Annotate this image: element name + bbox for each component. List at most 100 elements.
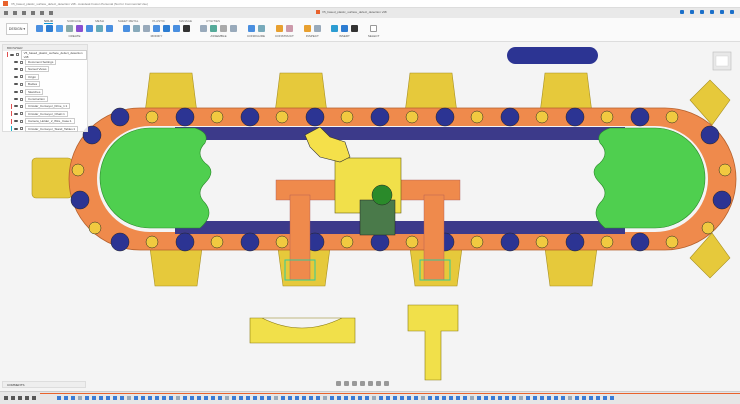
timeline-feature-icon[interactable] — [505, 396, 509, 400]
timeline-feature-icon[interactable] — [204, 396, 208, 400]
timeline-feature-icon[interactable] — [568, 396, 572, 400]
timeline-feature-icon[interactable] — [274, 396, 278, 400]
group-insert[interactable]: INSERT — [330, 25, 358, 38]
timeline-feature-icon[interactable] — [547, 396, 551, 400]
timeline-feature-icon[interactable] — [211, 396, 215, 400]
timeline-feature-icon[interactable] — [85, 396, 89, 400]
timeline-feature-icon[interactable] — [99, 396, 103, 400]
timeline-feature-icon[interactable] — [232, 396, 236, 400]
eye-icon[interactable] — [14, 90, 18, 93]
timeline-feature-icon[interactable] — [120, 396, 124, 400]
zoom-icon[interactable] — [352, 381, 357, 386]
timeline-feature-icon[interactable] — [407, 396, 411, 400]
timeline-feature-icon[interactable] — [134, 396, 138, 400]
timeline-feature-icon[interactable] — [267, 396, 271, 400]
browser-item[interactable]: Origin — [3, 73, 87, 80]
timeline-feature-icon[interactable] — [281, 396, 285, 400]
document-tab[interactable]: V5_based_plastic_surface_defect_detectio… — [316, 10, 387, 14]
first-frame-icon[interactable] — [4, 396, 8, 400]
tab-manage[interactable]: MANAGE — [179, 19, 192, 24]
workspace-selector[interactable]: DESIGN ▾ — [6, 23, 28, 35]
orbit-icon[interactable] — [336, 381, 341, 386]
display-settings-icon[interactable] — [368, 381, 373, 386]
grid-icon[interactable] — [4, 11, 8, 15]
group-create[interactable]: CREATE — [36, 25, 113, 38]
tab-mesh[interactable]: MESH — [95, 19, 104, 24]
timeline-feature-icon[interactable] — [169, 396, 173, 400]
timeline-feature-icon[interactable] — [575, 396, 579, 400]
timeline-feature-icon[interactable] — [526, 396, 530, 400]
timeline-feature-icon[interactable] — [365, 396, 369, 400]
timeline-feature-icon[interactable] — [337, 396, 341, 400]
eye-icon[interactable] — [14, 61, 18, 64]
notifications-icon[interactable] — [710, 10, 714, 14]
timeline-feature-icon[interactable] — [316, 396, 320, 400]
timeline-feature-icon[interactable] — [155, 396, 159, 400]
extensions-icon[interactable] — [690, 10, 694, 14]
file-icon[interactable] — [13, 11, 17, 15]
play-icon[interactable] — [18, 396, 22, 400]
timeline-feature-icon[interactable] — [127, 396, 131, 400]
timeline-feature-icon[interactable] — [610, 396, 614, 400]
browser-item[interactable]: Construction — [3, 95, 87, 103]
view-cube[interactable] — [712, 51, 732, 71]
redo-icon[interactable] — [40, 11, 44, 15]
timeline-feature-icon[interactable] — [491, 396, 495, 400]
timeline-feature-icon[interactable] — [246, 396, 250, 400]
user-avatar-icon[interactable] — [730, 10, 734, 14]
add-tab-icon[interactable] — [680, 10, 684, 14]
timeline-feature-icon[interactable] — [64, 396, 68, 400]
tab-plastic[interactable]: PLASTIC — [152, 19, 165, 24]
timeline-feature-icon[interactable] — [372, 396, 376, 400]
browser-item[interactable]: Circular_Conveyor_Chain:1 — [3, 110, 87, 117]
timeline-feature-icon[interactable] — [519, 396, 523, 400]
fit-icon[interactable] — [360, 381, 365, 386]
browser-item[interactable]: Circular_Conveyor_Stand_Tables:1 — [3, 125, 87, 132]
timeline-feature-icon[interactable] — [393, 396, 397, 400]
next-frame-icon[interactable] — [25, 396, 29, 400]
undo-icon[interactable] — [31, 11, 35, 15]
3d-viewport[interactable] — [0, 42, 740, 382]
browser-item[interactable]: Named Views — [3, 66, 87, 73]
last-frame-icon[interactable] — [32, 396, 36, 400]
timeline-feature-icon[interactable] — [78, 396, 82, 400]
pan-icon[interactable] — [344, 381, 349, 386]
group-construct[interactable]: CONSTRUCT — [275, 25, 294, 38]
timeline-feature-icon[interactable] — [92, 396, 96, 400]
timeline-feature-icon[interactable] — [400, 396, 404, 400]
grid-settings-icon[interactable] — [376, 381, 381, 386]
timeline-feature-icon[interactable] — [141, 396, 145, 400]
timeline-feature-icon[interactable] — [330, 396, 334, 400]
timeline-feature-icon[interactable] — [183, 396, 187, 400]
timeline-feature-icon[interactable] — [113, 396, 117, 400]
timeline-feature-icon[interactable] — [176, 396, 180, 400]
timeline-feature-icon[interactable] — [148, 396, 152, 400]
eye-icon[interactable] — [14, 105, 18, 108]
tab-sheet-metal[interactable]: SHEET METAL — [118, 19, 139, 24]
timeline-feature-icon[interactable] — [106, 396, 110, 400]
previous-frame-icon[interactable] — [11, 396, 15, 400]
timeline-feature-icon[interactable] — [323, 396, 327, 400]
job-status-icon[interactable] — [700, 10, 704, 14]
eye-icon[interactable] — [14, 127, 18, 130]
timeline-feature-icon[interactable] — [253, 396, 257, 400]
save-icon[interactable] — [22, 11, 26, 15]
timeline-feature-icon[interactable] — [470, 396, 474, 400]
timeline-feature-icon[interactable] — [162, 396, 166, 400]
timeline-feature-icon[interactable] — [295, 396, 299, 400]
eye-icon[interactable] — [14, 83, 18, 86]
home-icon[interactable] — [49, 11, 53, 15]
timeline-feature-icon[interactable] — [582, 396, 586, 400]
timeline-feature-icon[interactable] — [498, 396, 502, 400]
timeline-feature-icon[interactable] — [561, 396, 565, 400]
timeline-feature-icon[interactable] — [309, 396, 313, 400]
timeline-feature-icon[interactable] — [344, 396, 348, 400]
timeline-feature-icon[interactable] — [435, 396, 439, 400]
timeline-feature-icon[interactable] — [421, 396, 425, 400]
group-assemble[interactable]: ASSEMBLE — [200, 25, 237, 38]
tab-surface[interactable]: SURFACE — [67, 19, 81, 24]
eye-icon[interactable] — [14, 75, 18, 78]
timeline-feature-icon[interactable] — [57, 396, 61, 400]
timeline-feature-icon[interactable] — [351, 396, 355, 400]
timeline-feature-icon[interactable] — [379, 396, 383, 400]
